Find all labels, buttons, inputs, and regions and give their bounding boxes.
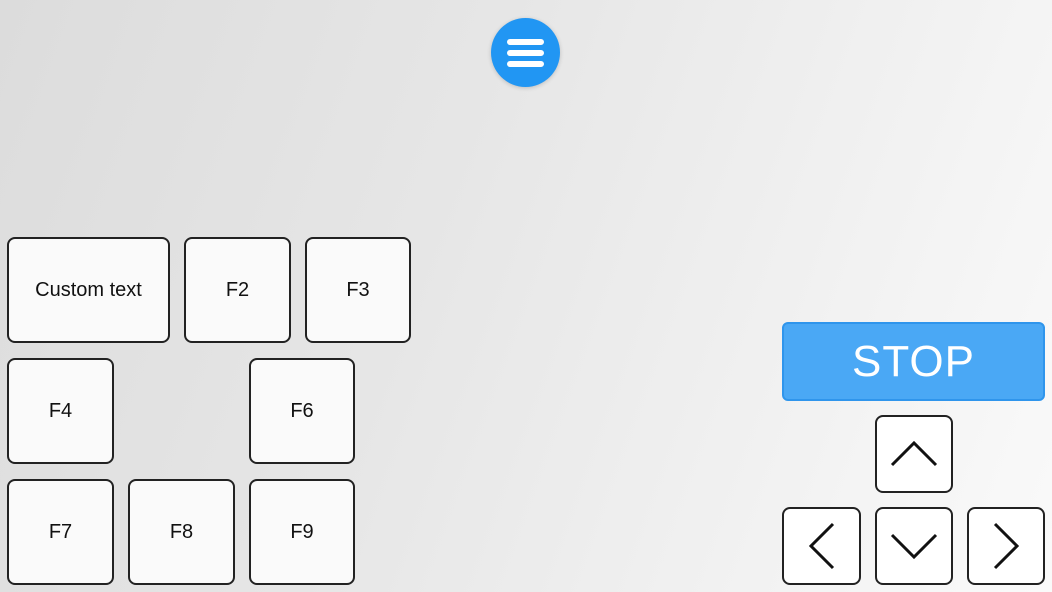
arrow-right-button[interactable] [967, 507, 1045, 585]
key-label: F7 [48, 520, 73, 543]
key-label: Custom text [35, 278, 142, 301]
hamburger-menu-icon-bar [507, 60, 544, 67]
key-f9[interactable]: F9 [249, 479, 355, 585]
hamburger-menu-icon-bar [507, 38, 544, 45]
menu-button[interactable] [491, 18, 560, 87]
key-custom-text[interactable]: Custom text [7, 237, 170, 343]
stop-button[interactable]: STOP [782, 322, 1045, 401]
arrow-left-button[interactable] [782, 507, 861, 585]
stop-label: STOP [851, 336, 975, 386]
arrow-right-icon [993, 522, 1020, 570]
arrow-down-icon [890, 533, 938, 560]
key-label: F4 [48, 399, 73, 422]
key-f7[interactable]: F7 [7, 479, 114, 585]
key-f6[interactable]: F6 [249, 358, 355, 464]
arrow-left-icon [808, 522, 834, 570]
key-f8[interactable]: F8 [128, 479, 235, 585]
arrow-down-button[interactable] [875, 507, 953, 585]
key-label: F8 [169, 520, 194, 543]
arrow-up-button[interactable] [875, 415, 953, 493]
key-label: F9 [290, 520, 314, 543]
key-label: F6 [290, 399, 314, 422]
key-label: F2 [225, 278, 250, 301]
key-f4[interactable]: F4 [7, 358, 114, 464]
key-f3[interactable]: F3 [305, 237, 411, 343]
key-label: F3 [346, 278, 370, 301]
arrow-up-icon [890, 440, 938, 467]
key-f2[interactable]: F2 [184, 237, 291, 343]
hamburger-menu-icon-bar [507, 49, 544, 56]
